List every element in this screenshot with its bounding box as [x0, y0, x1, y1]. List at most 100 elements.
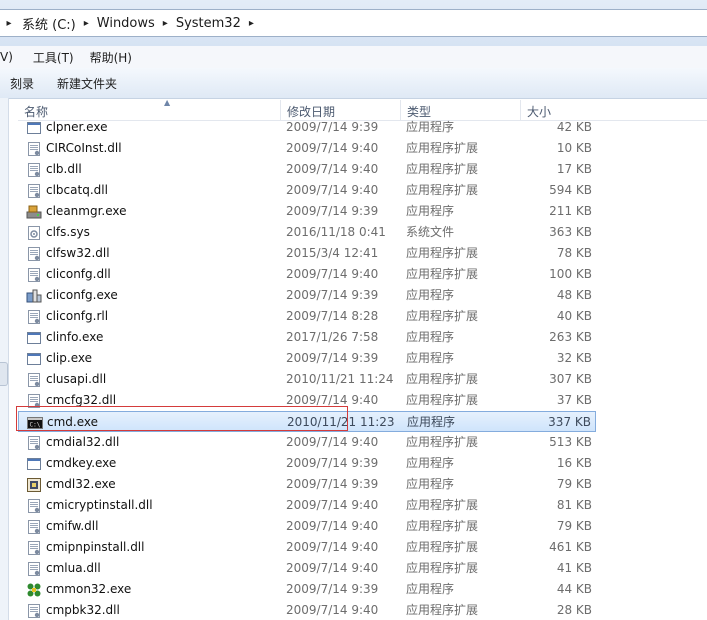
file-type: 应用程序 [406, 582, 455, 596]
file-date: 2009/7/14 9:40 [286, 519, 379, 533]
file-size: 307 KB [549, 372, 592, 386]
cmmon-app-icon [26, 582, 42, 598]
column-header-date[interactable]: 修改日期 [280, 100, 400, 120]
file-name: clfsw32.dll [46, 246, 110, 260]
file-type: 应用程序扩展 [406, 540, 479, 554]
file-type: 应用程序扩展 [406, 141, 479, 155]
file-row[interactable]: clpner.exe 2009/7/14 9:39 应用程序 42 KB [18, 118, 596, 138]
menu-tools[interactable]: 工具(T) [23, 49, 84, 66]
file-row[interactable]: cmpbk32.dll 2009/7/14 9:40 应用程序扩展 28 KB [18, 600, 596, 620]
exe-window-icon [26, 120, 42, 136]
exe-window-icon [26, 330, 42, 346]
file-row[interactable]: C:\ cmd.exe 2010/11/21 11:23 应用程序 337 KB [18, 411, 596, 432]
file-size: 28 KB [556, 603, 592, 617]
file-row[interactable]: cmlua.dll 2009/7/14 9:40 应用程序扩展 41 KB [18, 558, 596, 579]
file-type: 应用程序扩展 [406, 309, 479, 323]
file-name: cliconfg.exe [46, 288, 118, 302]
file-date: 2009/7/14 9:40 [286, 540, 379, 554]
file-type: 应用程序扩展 [406, 519, 479, 533]
file-date: 2009/7/14 9:40 [286, 435, 379, 449]
file-date: 2009/7/14 9:40 [286, 162, 379, 176]
file-name: clinfo.exe [46, 330, 104, 344]
file-type: 系统文件 [406, 225, 455, 239]
file-name: cmdl32.exe [46, 477, 116, 491]
exe-window-icon [26, 456, 42, 472]
file-row[interactable]: clip.exe 2009/7/14 9:39 应用程序 32 KB [18, 348, 596, 369]
file-size: 594 KB [549, 183, 592, 197]
column-header-size[interactable]: 大小 [520, 100, 600, 120]
file-type: 应用程序 [406, 204, 455, 218]
dll-icon [26, 372, 42, 388]
dll-icon [26, 540, 42, 556]
svg-text:C:\: C:\ [30, 422, 41, 429]
column-header-name[interactable]: 名称 [18, 100, 280, 120]
file-row[interactable]: cleanmgr.exe 2009/7/14 9:39 应用程序 211 KB [18, 201, 596, 222]
file-type: 应用程序 [406, 351, 455, 365]
cliconfg-app-icon [26, 288, 42, 304]
file-date: 2009/7/14 9:39 [286, 477, 379, 491]
file-size: 42 KB [556, 120, 592, 134]
file-row[interactable]: clfs.sys 2016/11/18 0:41 系统文件 363 KB [18, 222, 596, 243]
file-type: 应用程序 [406, 330, 455, 344]
file-size: 41 KB [556, 561, 592, 575]
cmdl-app-icon [26, 477, 42, 493]
file-name: cmdial32.dll [46, 435, 120, 449]
file-size: 37 KB [556, 393, 592, 407]
file-row[interactable]: clusapi.dll 2010/11/21 11:24 应用程序扩展 307 KB [18, 369, 596, 390]
column-header-type[interactable]: 类型 [400, 100, 520, 120]
file-row[interactable]: cliconfg.rll 2009/7/14 8:28 应用程序扩展 40 KB [18, 306, 596, 327]
file-name: cmd.exe [47, 415, 99, 429]
file-size: 32 KB [556, 351, 592, 365]
dll-icon [26, 162, 42, 178]
file-size: 17 KB [556, 162, 592, 176]
file-row[interactable]: cmcfg32.dll 2009/7/14 9:40 应用程序扩展 37 KB [18, 390, 596, 411]
file-row[interactable]: cmifw.dll 2009/7/14 9:40 应用程序扩展 79 KB [18, 516, 596, 537]
file-name: clusapi.dll [46, 372, 107, 386]
file-row[interactable]: cmicryptinstall.dll 2009/7/14 9:40 应用程序扩展 8… [18, 495, 596, 516]
dll-icon [26, 183, 42, 199]
file-row[interactable]: cmmon32.exe 2009/7/14 9:39 应用程序 44 KB [18, 579, 596, 600]
breadcrumb-chevron-icon[interactable]: ▸ [245, 18, 258, 29]
dll-icon [26, 603, 42, 619]
file-size: 79 KB [556, 519, 592, 533]
file-size: 44 KB [556, 582, 592, 596]
file-row[interactable]: CIRCoInst.dll 2009/7/14 9:40 应用程序扩展 10 KB [18, 138, 596, 159]
file-row[interactable]: clb.dll 2009/7/14 9:40 应用程序扩展 17 KB [18, 159, 596, 180]
file-size: 78 KB [556, 246, 592, 260]
file-size: 363 KB [549, 225, 592, 239]
breadcrumb[interactable]: ▸ 系统 (C:) ▸ Windows ▸ System32 ▸ [0, 9, 707, 37]
breadcrumb-item-system32[interactable]: System32 [172, 16, 245, 31]
file-size: 263 KB [549, 330, 592, 344]
file-date: 2009/7/14 9:40 [286, 141, 379, 155]
menu-view-partial[interactable]: V) [0, 50, 23, 64]
menu-help[interactable]: 帮助(H) [84, 49, 142, 66]
file-row[interactable]: clbcatq.dll 2009/7/14 9:40 应用程序扩展 594 KB [18, 180, 596, 201]
file-row[interactable]: cmdial32.dll 2009/7/14 9:40 应用程序扩展 513 KB [18, 432, 596, 453]
breadcrumb-root-chevron-icon[interactable]: ▸ [0, 18, 18, 29]
file-size: 16 KB [556, 456, 592, 470]
breadcrumb-chevron-icon[interactable]: ▸ [159, 18, 172, 29]
breadcrumb-item-windows[interactable]: Windows [93, 16, 159, 31]
file-size: 48 KB [556, 288, 592, 302]
breadcrumb-item-drive[interactable]: 系统 (C:) [18, 14, 80, 33]
file-row[interactable]: cmdkey.exe 2009/7/14 9:39 应用程序 16 KB [18, 453, 596, 474]
file-size: 513 KB [549, 435, 592, 449]
file-type: 应用程序扩展 [406, 162, 479, 176]
breadcrumb-chevron-icon[interactable]: ▸ [80, 18, 93, 29]
dll-icon [26, 309, 42, 325]
file-date: 2009/7/14 9:39 [286, 120, 379, 134]
address-bar: ▸ 系统 (C:) ▸ Windows ▸ System32 ▸ [0, 0, 707, 47]
file-row[interactable]: clfsw32.dll 2015/3/4 12:41 应用程序扩展 78 KB [18, 243, 596, 264]
file-size: 40 KB [556, 309, 592, 323]
file-row[interactable]: clinfo.exe 2017/1/26 7:58 应用程序 263 KB [18, 327, 596, 348]
file-name: cmpbk32.dll [46, 603, 120, 617]
file-date: 2017/1/26 7:58 [286, 330, 379, 344]
file-row[interactable]: cmdl32.exe 2009/7/14 9:39 应用程序 79 KB [18, 474, 596, 495]
burn-button[interactable]: 刻录 [0, 75, 47, 92]
new-folder-button[interactable]: 新建文件夹 [47, 75, 130, 92]
file-name: cmmon32.exe [46, 582, 132, 596]
file-row[interactable]: cmipnpinstall.dll 2009/7/14 9:40 应用程序扩展 461… [18, 537, 596, 558]
file-type: 应用程序 [406, 120, 455, 134]
file-row[interactable]: cliconfg.exe 2009/7/14 9:39 应用程序 48 KB [18, 285, 596, 306]
file-row[interactable]: cliconfg.dll 2009/7/14 9:40 应用程序扩展 100 KB [18, 264, 596, 285]
